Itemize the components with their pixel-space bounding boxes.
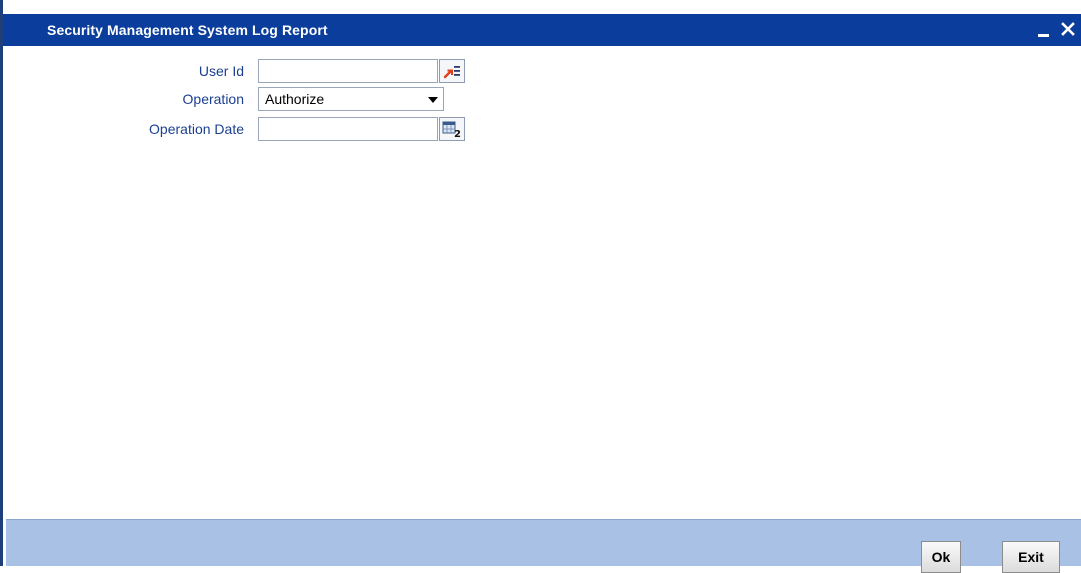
minimize-button[interactable] bbox=[1033, 17, 1055, 41]
lookup-list-icon bbox=[443, 66, 460, 79]
dropdown-arrow-icon bbox=[428, 97, 438, 103]
operation-date-label: Operation Date bbox=[149, 121, 244, 137]
user-id-input[interactable] bbox=[258, 59, 438, 83]
report-window: Security Management System Log Report Us… bbox=[0, 0, 1081, 573]
operation-label: Operation bbox=[182, 91, 244, 107]
footer-bar: Ok Exit bbox=[6, 519, 1081, 573]
exit-button[interactable]: Exit bbox=[1002, 541, 1060, 573]
operation-selected-value: Authorize bbox=[265, 91, 325, 107]
window-title: Security Management System Log Report bbox=[47, 22, 328, 38]
operation-date-input[interactable] bbox=[258, 117, 438, 141]
close-button[interactable] bbox=[1057, 17, 1079, 41]
minimize-icon bbox=[1038, 34, 1049, 37]
operation-select[interactable]: Authorize bbox=[258, 87, 444, 111]
svg-text:2: 2 bbox=[454, 129, 461, 140]
close-icon bbox=[1061, 22, 1075, 36]
operation-date-calendar-button[interactable]: 2 bbox=[439, 117, 465, 141]
calendar-icon: 2 bbox=[442, 121, 461, 140]
user-id-lookup-button[interactable] bbox=[439, 59, 465, 83]
title-bar: Security Management System Log Report bbox=[3, 14, 1081, 46]
user-id-label: User Id bbox=[198, 63, 244, 79]
ok-button[interactable]: Ok bbox=[921, 541, 961, 573]
